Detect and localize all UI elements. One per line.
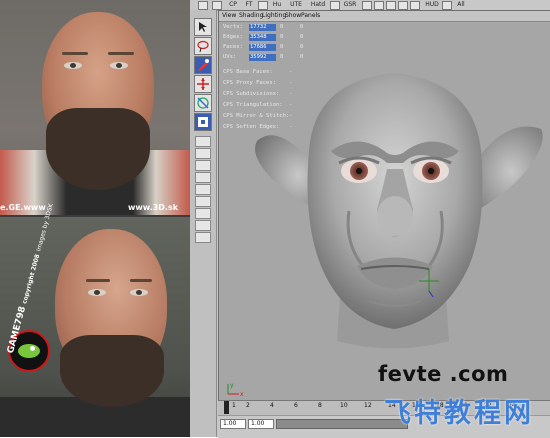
timeline-tick: 12 xyxy=(364,402,372,409)
layout-persp-graph-icon[interactable] xyxy=(195,208,211,219)
axis-y-label: y xyxy=(230,382,234,389)
eye-left xyxy=(88,289,106,296)
paint-select-tool-icon[interactable] xyxy=(194,56,212,74)
toolbar-toggle[interactable] xyxy=(410,1,420,10)
layout-single-pane-icon[interactable] xyxy=(195,136,211,147)
brow-left xyxy=(62,52,88,55)
lasso-tool-icon[interactable] xyxy=(194,37,212,55)
layout-custom-icon[interactable] xyxy=(195,220,211,231)
toolbar-item-hatd[interactable]: Hatd xyxy=(308,0,328,9)
timeline-tick: 4 xyxy=(270,402,274,409)
select-tool-icon[interactable] xyxy=(194,18,212,36)
photo-caption-right: www.3D.sk xyxy=(128,203,179,212)
site-watermark: fevte .com xyxy=(378,362,509,386)
toolbar-toggle[interactable] xyxy=(374,1,384,10)
layout-custom-icon[interactable] xyxy=(195,232,211,243)
chinese-watermark: 飞 特 教 程 网 xyxy=(384,398,531,429)
range-start-field[interactable]: 1.00 xyxy=(220,419,246,429)
layout-hypershade-icon[interactable] xyxy=(195,196,211,207)
rotate-tool-icon[interactable] xyxy=(194,94,212,112)
toolbar-toggle[interactable] xyxy=(386,1,396,10)
toolbar-item-hud[interactable]: HUD xyxy=(424,0,440,9)
toolbar-item-ute[interactable]: UTE xyxy=(286,0,306,9)
photo-caption-left: e.GE.www xyxy=(0,203,46,212)
head-model[interactable] xyxy=(219,11,550,401)
perspective-viewport[interactable]: View Shading Lighting Show Panels Verts:… xyxy=(218,10,550,402)
timeline-tick: 6 xyxy=(294,402,298,409)
maya-window: CP FT Hu UTE Hatd GSR HUD All View Shadi… xyxy=(190,0,550,438)
layout-outliner-icon[interactable] xyxy=(195,172,211,183)
layout-two-pane-icon[interactable] xyxy=(195,160,211,171)
current-frame-field[interactable]: 1.00 xyxy=(248,419,274,429)
toolbar-toggle[interactable] xyxy=(398,1,408,10)
toolbox xyxy=(190,10,217,437)
move-tool-icon[interactable] xyxy=(194,75,212,93)
timeline-tick: 10 xyxy=(340,402,348,409)
axis-x-label: x xyxy=(240,391,244,397)
reference-photos-panel: e.GE.www www.3D.sk GAME798 copyright 200… xyxy=(0,0,190,437)
reference-photo-three-quarter xyxy=(0,217,190,437)
brow-left xyxy=(86,279,110,282)
toolbar-toggle[interactable] xyxy=(442,1,452,10)
layout-graph-icon[interactable] xyxy=(195,184,211,195)
beard xyxy=(46,108,150,190)
current-time-marker[interactable] xyxy=(224,401,229,414)
toolbar-item-ft[interactable]: FT xyxy=(242,0,256,9)
brow-right xyxy=(108,52,134,55)
toolbar-toggle[interactable] xyxy=(198,1,208,10)
layout-four-pane-icon[interactable] xyxy=(195,148,211,159)
beard xyxy=(60,335,164,407)
axis-indicator-icon: x y xyxy=(227,382,244,397)
toolbar-item-gsr[interactable]: GSR xyxy=(342,0,358,9)
toolbar-toggle[interactable] xyxy=(362,1,372,10)
toolbar-toggle[interactable] xyxy=(330,1,340,10)
eye-left xyxy=(64,62,82,69)
toolbar-toggle[interactable] xyxy=(212,1,222,10)
toolbar-item-cp[interactable]: CP xyxy=(226,0,240,9)
reference-photo-front: e.GE.www www.3D.sk xyxy=(0,0,190,215)
timeline-tick: 2 xyxy=(246,402,250,409)
timeline-tick: 1 xyxy=(232,402,236,409)
scale-tool-icon[interactable] xyxy=(194,113,212,131)
timeline-tick: 8 xyxy=(318,402,322,409)
eye-right xyxy=(110,62,128,69)
toolbar-toggle[interactable] xyxy=(258,1,268,10)
toolbar-item-all[interactable]: All xyxy=(454,0,468,9)
brow-right xyxy=(130,279,152,282)
toolbar-item-hu[interactable]: Hu xyxy=(270,0,284,9)
eye-right xyxy=(130,289,148,296)
